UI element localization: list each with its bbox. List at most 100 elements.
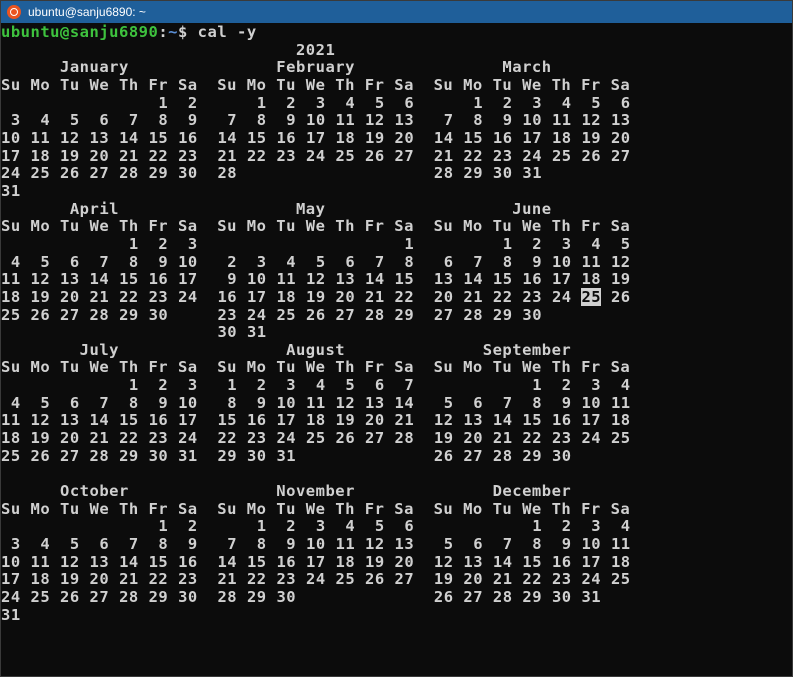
calendar-day: 21	[394, 411, 415, 430]
cell-gap	[139, 376, 149, 394]
calendar-day: 8	[119, 252, 139, 271]
calendar-blank	[178, 323, 198, 341]
calendar-day: 5	[60, 111, 80, 130]
cell-gap	[483, 553, 493, 571]
calendar-day: 10	[178, 393, 198, 412]
cell-gap	[109, 429, 119, 447]
calendar-blank	[493, 517, 513, 535]
cell-gap	[80, 288, 90, 306]
calendar-day: 6	[60, 393, 80, 412]
calendar-blank	[1, 235, 21, 253]
cell-gap	[483, 129, 493, 147]
calendar-day: 5	[433, 393, 454, 412]
cell-gap	[21, 411, 31, 429]
calendar-day: 23	[551, 570, 572, 589]
calendar-day: 14	[365, 270, 385, 289]
calendar-day: 9	[551, 393, 572, 412]
calendar-day: 1	[522, 376, 543, 395]
month-gap	[198, 411, 218, 429]
weekday-header-row: Su Mo Tu We Th Fr Sa Su Mo Tu We Th Fr S…	[1, 358, 631, 377]
today-highlight: 25	[581, 287, 602, 306]
calendar-day: 1	[148, 517, 169, 536]
cell-gap	[139, 182, 149, 200]
cell-gap	[296, 306, 306, 324]
calendar-blank	[119, 517, 139, 535]
calendar-day: 24	[581, 429, 602, 448]
calendar-day: 22	[463, 146, 484, 165]
calendar-blank	[149, 464, 169, 482]
cell-gap	[80, 306, 90, 324]
cell-gap	[50, 606, 60, 624]
cell-gap	[168, 270, 178, 288]
cell-gap	[168, 606, 178, 624]
calendar-day: 20	[610, 128, 631, 147]
calendar-blank	[306, 447, 326, 465]
calendar-day: 2	[246, 376, 267, 395]
command-text: cal -y	[187, 23, 257, 41]
cell-gap	[50, 517, 60, 535]
cell-gap	[237, 570, 247, 588]
cell-gap	[513, 235, 523, 253]
cell-gap	[267, 323, 277, 341]
calendar-day: 28	[492, 446, 513, 465]
cell-gap	[542, 447, 552, 465]
calendar-day: 7	[492, 393, 513, 412]
cell-gap	[80, 129, 90, 147]
calendar-day: 10	[276, 393, 297, 412]
cell-gap	[80, 447, 90, 465]
month-gap	[198, 235, 218, 253]
calendar-day: 11	[610, 535, 631, 554]
cell-gap	[483, 429, 493, 447]
calendar-day: 8	[394, 252, 415, 271]
cell-gap	[267, 553, 277, 571]
calendar-day: 24	[178, 429, 198, 448]
cell-gap	[483, 394, 493, 412]
cell-gap	[237, 376, 247, 394]
cell-gap	[296, 588, 306, 606]
cell-gap	[326, 606, 336, 624]
calendar-blank	[119, 323, 139, 341]
cell-gap	[168, 411, 178, 429]
cell-gap	[296, 129, 306, 147]
calendar-blank	[581, 306, 601, 324]
calendar-blank	[611, 323, 631, 341]
calendar-blank	[1, 517, 21, 535]
calendar-day: 13	[394, 111, 415, 130]
calendar-blank	[434, 182, 454, 200]
month-gap	[198, 164, 218, 182]
cell-gap	[355, 323, 365, 341]
month-gap	[414, 111, 434, 129]
cell-gap	[572, 270, 582, 288]
cell-gap	[572, 588, 582, 606]
terminal-area[interactable]: ubuntu@sanju6890:~$ cal -y 2021 January …	[1, 23, 792, 677]
cell-gap	[237, 535, 247, 553]
calendar-day: 1	[217, 376, 238, 395]
month-gap	[414, 288, 434, 306]
calendar-blank	[178, 182, 198, 200]
ubuntu-logo-icon	[7, 5, 21, 19]
cell-gap	[139, 570, 149, 588]
cell-gap	[168, 288, 178, 306]
cell-gap	[454, 535, 464, 553]
cell-gap	[109, 306, 119, 324]
cell-gap	[513, 94, 523, 112]
cell-gap	[296, 270, 306, 288]
cell-gap	[326, 376, 336, 394]
calendar-blank	[365, 182, 385, 200]
calendar-day: 20	[89, 146, 110, 165]
cell-gap	[513, 535, 523, 553]
cell-gap	[385, 111, 395, 129]
cell-gap	[109, 394, 119, 412]
cell-gap	[454, 429, 464, 447]
calendar-day: 10	[1, 128, 21, 147]
month-gap	[198, 588, 218, 606]
month-gap	[198, 464, 218, 482]
calendar-day: 29	[119, 305, 139, 324]
calendar-day: 8	[148, 111, 169, 130]
calendar-day: 14	[217, 552, 238, 571]
calendar-day: 27	[463, 588, 484, 606]
calendar-blank	[1, 94, 21, 112]
cell-gap	[572, 323, 582, 341]
calendar-day: 28	[492, 588, 513, 606]
cell-gap	[385, 253, 395, 271]
